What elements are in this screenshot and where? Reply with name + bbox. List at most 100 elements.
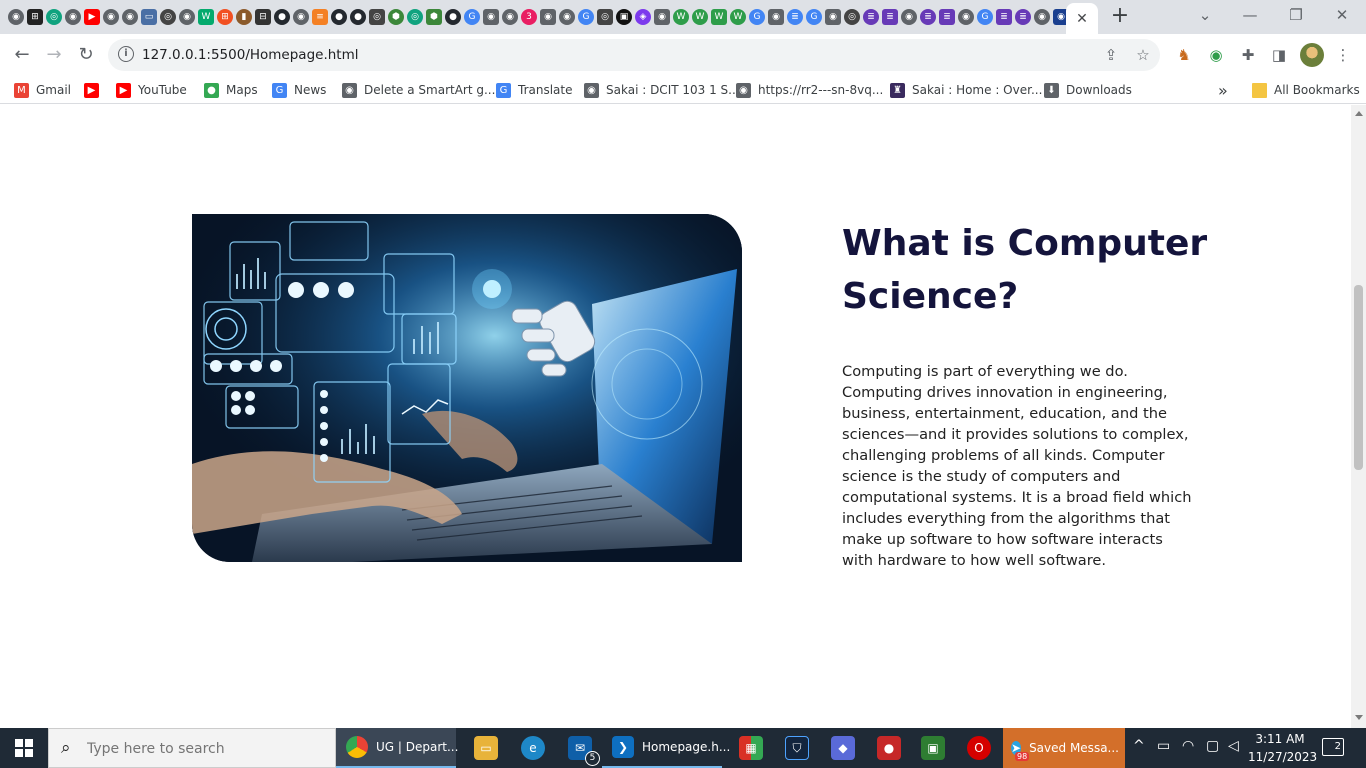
github-icon[interactable]: ● [331,9,347,25]
app-cube-icon[interactable]: ◆ [831,736,855,760]
w3schools-icon[interactable]: W [198,9,214,25]
new-tab-button[interactable]: + [1108,5,1132,29]
extension-grammarly-icon[interactable]: ◉ [1205,44,1227,66]
wattpad-icon[interactable]: W [692,9,708,25]
chrome-icon[interactable]: ◉ [1034,9,1050,25]
active-tab[interactable]: ✕ [1066,3,1098,34]
chrome-icon[interactable]: ◉ [768,9,784,25]
tab-search-icon[interactable]: ⌄ [1185,6,1225,28]
book-icon[interactable]: ▮ [236,9,252,25]
file-explorer-icon[interactable]: ▭ [474,736,498,760]
mail-icon[interactable]: ✉ 5 [568,736,600,766]
bookmark-downloads[interactable]: ⬇ Downloads [1044,81,1132,99]
chrome-icon[interactable]: ◉ [65,9,81,25]
app-icon[interactable]: ◈ [635,9,651,25]
google-icon[interactable]: G [749,9,765,25]
scroll-down-icon[interactable] [1355,715,1363,720]
minimize-icon[interactable]: — [1230,6,1270,28]
forms-icon[interactable]: ≣ [920,9,936,25]
address-input[interactable] [142,43,1042,67]
chrome-icon[interactable]: ◉ [540,9,556,25]
site-icon[interactable]: ▭ [141,9,157,25]
scroll-up-icon[interactable] [1355,111,1363,116]
code-icon[interactable]: ▣ [616,9,632,25]
google-icon[interactable]: G [977,9,993,25]
chrome-icon[interactable]: ◉ [103,9,119,25]
chrome-icon[interactable]: ◉ [502,9,518,25]
chrome-icon[interactable]: ◉ [825,9,841,25]
profile-avatar[interactable] [1300,43,1324,67]
page-scrollbar[interactable] [1351,105,1366,728]
forms-icon[interactable]: ≣ [996,9,1012,25]
volume-icon[interactable]: ◁ [1228,738,1239,754]
openai-icon[interactable]: ◎ [597,9,613,25]
openai-icon[interactable]: ◎ [369,9,385,25]
close-window-icon[interactable]: ✕ [1322,6,1362,28]
vpn-shield-icon[interactable]: ⛉ [785,736,809,760]
share-icon[interactable]: ⇪ [1102,46,1120,64]
google-icon[interactable]: G [578,9,594,25]
github-icon[interactable]: ● [274,9,290,25]
forms-icon[interactable]: ≣ [939,9,955,25]
extensions-puzzle-icon[interactable]: ✚ [1237,44,1259,66]
nodejs-icon[interactable]: ⬢ [426,9,442,25]
display-icon[interactable]: ▢ [1206,738,1219,754]
wattpad-icon[interactable]: W [730,9,746,25]
close-tab-icon[interactable]: ✕ [1076,11,1088,27]
microsoft-icon[interactable]: ⊞ [217,9,233,25]
tray-overflow-icon[interactable]: ^ [1133,738,1145,754]
github-icon[interactable]: ● [445,9,461,25]
google-icon[interactable]: G [806,9,822,25]
openai-icon[interactable]: ◎ [844,9,860,25]
restore-icon[interactable]: ❐ [1276,6,1316,28]
start-button[interactable] [0,728,48,768]
notifications-icon[interactable]: 2 [1322,738,1344,756]
battery-icon[interactable]: ▭ [1157,738,1170,754]
wattpad-icon[interactable]: W [711,9,727,25]
screen-recorder-icon[interactable]: ● [877,736,901,760]
google-icon[interactable]: G [464,9,480,25]
edge-icon[interactable]: e [521,736,545,760]
github-icon[interactable]: ● [350,9,366,25]
chrome-icon[interactable]: ◉ [8,9,24,25]
chrome-icon[interactable]: ◉ [122,9,138,25]
openai-icon[interactable]: ◎ [407,9,423,25]
chrome-icon[interactable]: ◉ [901,9,917,25]
forward-icon[interactable]: → [42,43,66,67]
bookmark-star-icon[interactable]: ☆ [1134,46,1152,64]
extension-tiger-icon[interactable]: ♞ [1173,44,1195,66]
all-bookmarks-button[interactable]: All Bookmarks [1252,81,1360,99]
back-icon[interactable]: ← [10,43,34,67]
app-icon[interactable]: ⊞ [27,9,43,25]
bookmark-delete-a-smartart-g[interactable]: ◉ Delete a SmartArt g... [342,81,495,99]
bookmark-sakai-dcit-103-1-s[interactable]: ◉ Sakai : DCIT 103 1 S... [584,81,740,99]
bookmark-maps[interactable]: ● Maps [204,81,258,99]
wattpad-icon[interactable]: W [673,9,689,25]
address-bar[interactable]: i ⇪ ☆ [108,39,1160,71]
bookmark-sakai-home-over[interactable]: ♜ Sakai : Home : Over... [890,81,1042,99]
menu-icon[interactable]: ⋮ [1332,44,1354,66]
bookmark-youtube[interactable]: ▶ YouTube [116,81,187,99]
forms-icon[interactable]: ≣ [1015,9,1031,25]
chrome-icon[interactable]: ◉ [483,9,499,25]
bookmark-news[interactable]: G News [272,81,326,99]
openai-icon[interactable]: ◎ [46,9,62,25]
openai-icon[interactable]: ◎ [160,9,176,25]
forms-icon[interactable]: ≣ [882,9,898,25]
stackoverflow-icon[interactable]: ≡ [312,9,328,25]
bookmark-gmail[interactable]: M Gmail [14,81,71,99]
docs-icon[interactable]: ≣ [787,9,803,25]
chrome-icon[interactable]: ◉ [293,9,309,25]
forms-icon[interactable]: ≣ [863,9,879,25]
chrome-icon[interactable]: ◉ [559,9,575,25]
app-grid-icon[interactable]: ▣ [921,736,945,760]
nodejs-icon[interactable]: ⬢ [388,9,404,25]
taskbar-chrome[interactable]: UG | Depart... [336,728,458,768]
app-blocks-icon[interactable]: ▦ [739,736,763,760]
taskbar-search[interactable]: ⌕ [48,728,336,768]
site-info-icon[interactable]: i [118,46,134,62]
taskbar-search-input[interactable] [87,738,327,760]
side-panel-icon[interactable]: ◨ [1268,44,1290,66]
taskbar-vscode[interactable]: ❯ Homepage.h... [602,728,730,768]
app-icon[interactable]: ⊟ [255,9,271,25]
